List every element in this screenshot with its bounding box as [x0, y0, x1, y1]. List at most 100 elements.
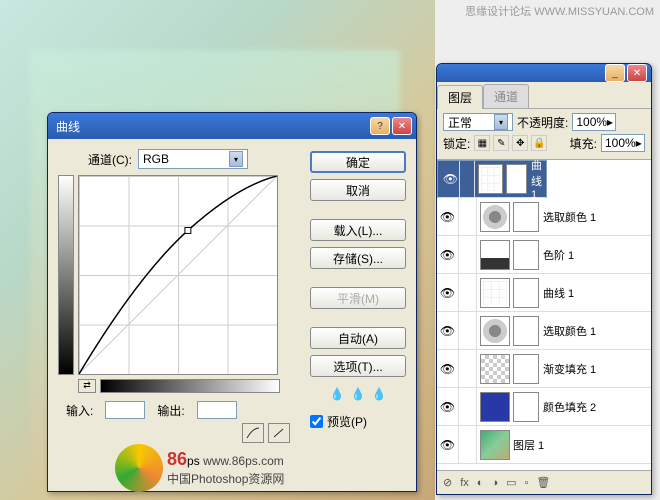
layer-mask-thumb[interactable]	[513, 392, 539, 422]
layer-row[interactable]: 👁 图层 1	[437, 426, 651, 464]
folder-icon[interactable]: ▭	[506, 476, 516, 489]
layer-row[interactable]: 👁 色阶 1	[437, 236, 651, 274]
curves-dialog: 曲线 ? ✕ 通道(C): RGB ▾	[47, 112, 417, 492]
link-cell[interactable]	[459, 274, 477, 311]
auto-button[interactable]: 自动(A)	[310, 327, 406, 349]
layer-thumb[interactable]	[480, 278, 510, 308]
tab-layers[interactable]: 图层	[437, 85, 483, 109]
cancel-button[interactable]: 取消	[310, 179, 406, 201]
layer-thumb[interactable]	[480, 430, 510, 460]
layer-row[interactable]: 👁 颜色填充 2	[437, 388, 651, 426]
link-cell[interactable]	[459, 312, 477, 349]
link-icon[interactable]: ⊘	[443, 476, 452, 489]
trash-icon[interactable]: 🗑	[536, 476, 550, 489]
blend-mode-value: 正常	[448, 114, 472, 131]
opacity-input[interactable]: 100%▸	[572, 113, 616, 131]
close-button[interactable]: ✕	[392, 117, 412, 135]
new-layer-icon[interactable]: ▫	[525, 477, 529, 489]
chevron-down-icon: ▾	[229, 151, 243, 167]
layer-thumb[interactable]	[480, 240, 510, 270]
white-eyedropper-icon[interactable]: 💧	[371, 387, 386, 401]
curves-titlebar[interactable]: 曲线 ? ✕	[48, 113, 416, 139]
layer-thumb[interactable]	[480, 316, 510, 346]
curve-point-tool[interactable]	[242, 423, 264, 443]
layer-thumb[interactable]	[480, 202, 510, 232]
output-value[interactable]	[197, 401, 237, 419]
ok-button[interactable]: 确定	[310, 151, 406, 173]
lock-paint-icon[interactable]: ✎	[493, 135, 509, 151]
lock-label: 锁定:	[443, 135, 470, 152]
layer-name: 选取颜色 1	[543, 323, 651, 339]
fill-input[interactable]: 100%▸	[601, 134, 645, 152]
load-button[interactable]: 载入(L)...	[310, 219, 406, 241]
layer-mask-thumb[interactable]	[513, 316, 539, 346]
channel-select[interactable]: RGB ▾	[138, 149, 248, 169]
panel-min-button[interactable]: _	[605, 64, 625, 82]
input-gradient	[100, 379, 280, 393]
layer-row[interactable]: 👁 选取颜色 1	[437, 312, 651, 350]
options-button[interactable]: 选项(T)...	[310, 355, 406, 377]
layer-mask-thumb[interactable]	[513, 202, 539, 232]
layer-thumb[interactable]	[478, 164, 503, 194]
curve-line[interactable]	[79, 176, 277, 374]
preview-check-input[interactable]	[310, 415, 323, 428]
input-value[interactable]	[105, 401, 145, 419]
layer-row[interactable]: 👁 渐变填充 1	[437, 350, 651, 388]
black-eyedropper-icon[interactable]: 💧	[330, 387, 345, 401]
arrow-icon: ▸	[607, 115, 613, 129]
curves-title: 曲线	[52, 118, 368, 135]
layer-thumb[interactable]	[480, 354, 510, 384]
visibility-eye-icon[interactable]: 👁	[437, 426, 459, 463]
save-button[interactable]: 存储(S)...	[310, 247, 406, 269]
arrow-icon: ▸	[636, 136, 642, 150]
lock-transparent-icon[interactable]: ▦	[474, 135, 490, 151]
visibility-eye-icon[interactable]: 👁	[437, 236, 459, 273]
layer-name: 色阶 1	[543, 247, 651, 263]
output-gradient	[58, 175, 74, 375]
link-cell[interactable]	[459, 236, 477, 273]
curve-grid[interactable]	[78, 175, 278, 375]
visibility-eye-icon[interactable]: 👁	[442, 161, 460, 197]
blend-mode-select[interactable]: 正常 ▾	[443, 113, 513, 131]
layer-thumb[interactable]	[480, 392, 510, 422]
layer-name: 图层 1	[513, 437, 651, 453]
panel-close-button[interactable]: ✕	[627, 64, 647, 82]
layer-name: 颜色填充 2	[543, 399, 651, 415]
tab-channels[interactable]: 通道	[483, 84, 529, 108]
fx-icon[interactable]: fx	[460, 477, 469, 489]
layer-row[interactable]: 👁曲线 1	[437, 160, 547, 198]
preview-checkbox[interactable]: 预览(P)	[310, 413, 406, 430]
visibility-eye-icon[interactable]: 👁	[437, 274, 459, 311]
visibility-eye-icon[interactable]: 👁	[437, 198, 459, 235]
adjustment-icon[interactable]: ◑	[491, 477, 498, 489]
lock-all-icon[interactable]: 🔒	[531, 135, 547, 151]
link-cell[interactable]	[460, 161, 475, 197]
mask-icon[interactable]: ◐	[477, 477, 484, 489]
logo-icon	[115, 444, 163, 492]
link-cell[interactable]	[459, 350, 477, 387]
gray-eyedropper-icon[interactable]: 💧	[351, 387, 366, 401]
output-label: 输出:	[157, 402, 184, 419]
curve-draw-tool[interactable]	[268, 423, 290, 443]
layer-mask-thumb[interactable]	[506, 164, 527, 194]
layer-mask-thumb[interactable]	[513, 354, 539, 384]
layer-row[interactable]: 👁 曲线 1	[437, 274, 651, 312]
link-cell[interactable]	[459, 198, 477, 235]
visibility-eye-icon[interactable]: 👁	[437, 350, 459, 387]
chevron-down-icon: ▾	[494, 114, 508, 130]
visibility-eye-icon[interactable]: 👁	[437, 388, 459, 425]
layer-mask-thumb[interactable]	[513, 240, 539, 270]
opacity-label: 不透明度:	[517, 114, 568, 131]
link-cell[interactable]	[459, 388, 477, 425]
help-button[interactable]: ?	[370, 117, 390, 135]
layer-mask-thumb[interactable]	[513, 278, 539, 308]
visibility-eye-icon[interactable]: 👁	[437, 312, 459, 349]
fill-label: 填充:	[570, 135, 597, 152]
panel-footer: ⊘ fx ◐ ◑ ▭ ▫ 🗑	[437, 470, 651, 494]
layer-row[interactable]: 👁选取颜色 1	[437, 198, 651, 236]
lock-move-icon[interactable]: ✥	[512, 135, 528, 151]
layer-name: 渐变填充 1	[543, 361, 651, 377]
link-cell[interactable]	[459, 426, 477, 463]
swap-axes-button[interactable]: ⇄	[78, 379, 96, 393]
layer-name: 曲线 1	[543, 285, 651, 301]
